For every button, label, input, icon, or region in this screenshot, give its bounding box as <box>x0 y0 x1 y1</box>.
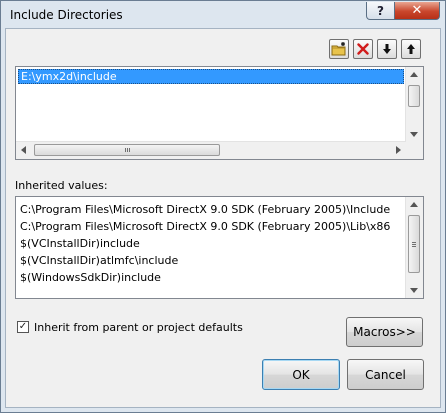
scroll-down-icon <box>410 132 418 137</box>
new-folder-icon <box>331 42 346 56</box>
scroll-up-icon <box>410 72 418 77</box>
cancel-button-label: Cancel <box>365 367 406 382</box>
list-item: $(VCInstallDir)include <box>20 237 140 250</box>
list-item: $(VCInstallDir)atlmfc\include <box>20 254 179 267</box>
horizontal-scrollbar[interactable] <box>16 141 406 159</box>
move-up-button[interactable] <box>401 39 421 59</box>
list-item[interactable]: E:\ymx2d\include <box>18 69 404 84</box>
macros-button-label: Macros>> <box>353 325 416 339</box>
directories-list[interactable]: E:\ymx2d\include <box>15 66 424 160</box>
inherited-values-text: C:\Program Files\Microsoft DirectX 9.0 S… <box>20 201 406 286</box>
scroll-left-icon <box>21 146 26 154</box>
scrollbar-corner <box>406 142 423 159</box>
list-item: $(WindowsSdkDir)include <box>20 271 161 284</box>
inherited-values-list[interactable]: C:\Program Files\Microsoft DirectX 9.0 S… <box>15 196 424 299</box>
close-button[interactable]: ✕ <box>394 2 440 20</box>
scroll-right-icon <box>396 146 401 154</box>
inherit-checkbox-label[interactable]: Inherit from parent or project defaults <box>34 321 243 334</box>
help-button[interactable]: ? <box>366 2 395 20</box>
scroll-thumb[interactable] <box>34 144 220 156</box>
help-icon: ? <box>377 3 384 18</box>
scroll-thumb[interactable] <box>408 215 420 273</box>
scroll-down-icon <box>410 288 418 293</box>
vertical-scrollbar[interactable] <box>405 197 423 298</box>
scroll-up-icon <box>410 202 418 207</box>
ok-button-label: OK <box>292 367 310 382</box>
vertical-scrollbar[interactable] <box>405 67 423 142</box>
window-title: Include Directories <box>10 8 123 22</box>
dialog-client-area: E:\ymx2d\include Inherited values: C:\Pr… <box>5 28 441 408</box>
list-item: C:\Program Files\Microsoft DirectX 9.0 S… <box>20 203 391 216</box>
ok-button[interactable]: OK <box>262 359 340 390</box>
move-up-icon <box>407 44 415 54</box>
checkmark-icon: ✓ <box>18 321 28 332</box>
move-down-button[interactable] <box>377 39 397 59</box>
title-bar[interactable]: Include Directories ? ✕ <box>2 2 444 28</box>
inherit-checkbox[interactable]: ✓ <box>17 321 29 333</box>
scroll-thumb[interactable] <box>408 85 420 107</box>
delete-line-button[interactable] <box>353 39 373 59</box>
close-icon: ✕ <box>411 3 423 18</box>
dialog-window: Include Directories ? ✕ E:\ymx2d\include… <box>0 0 446 413</box>
inherited-values-label: Inherited values: <box>15 179 108 192</box>
new-line-button[interactable] <box>329 39 349 59</box>
macros-button[interactable]: Macros>> <box>346 317 423 347</box>
delete-icon <box>357 43 369 55</box>
list-item: C:\Program Files\Microsoft DirectX 9.0 S… <box>20 220 391 233</box>
cancel-button[interactable]: Cancel <box>347 359 424 390</box>
move-down-icon <box>383 44 391 54</box>
